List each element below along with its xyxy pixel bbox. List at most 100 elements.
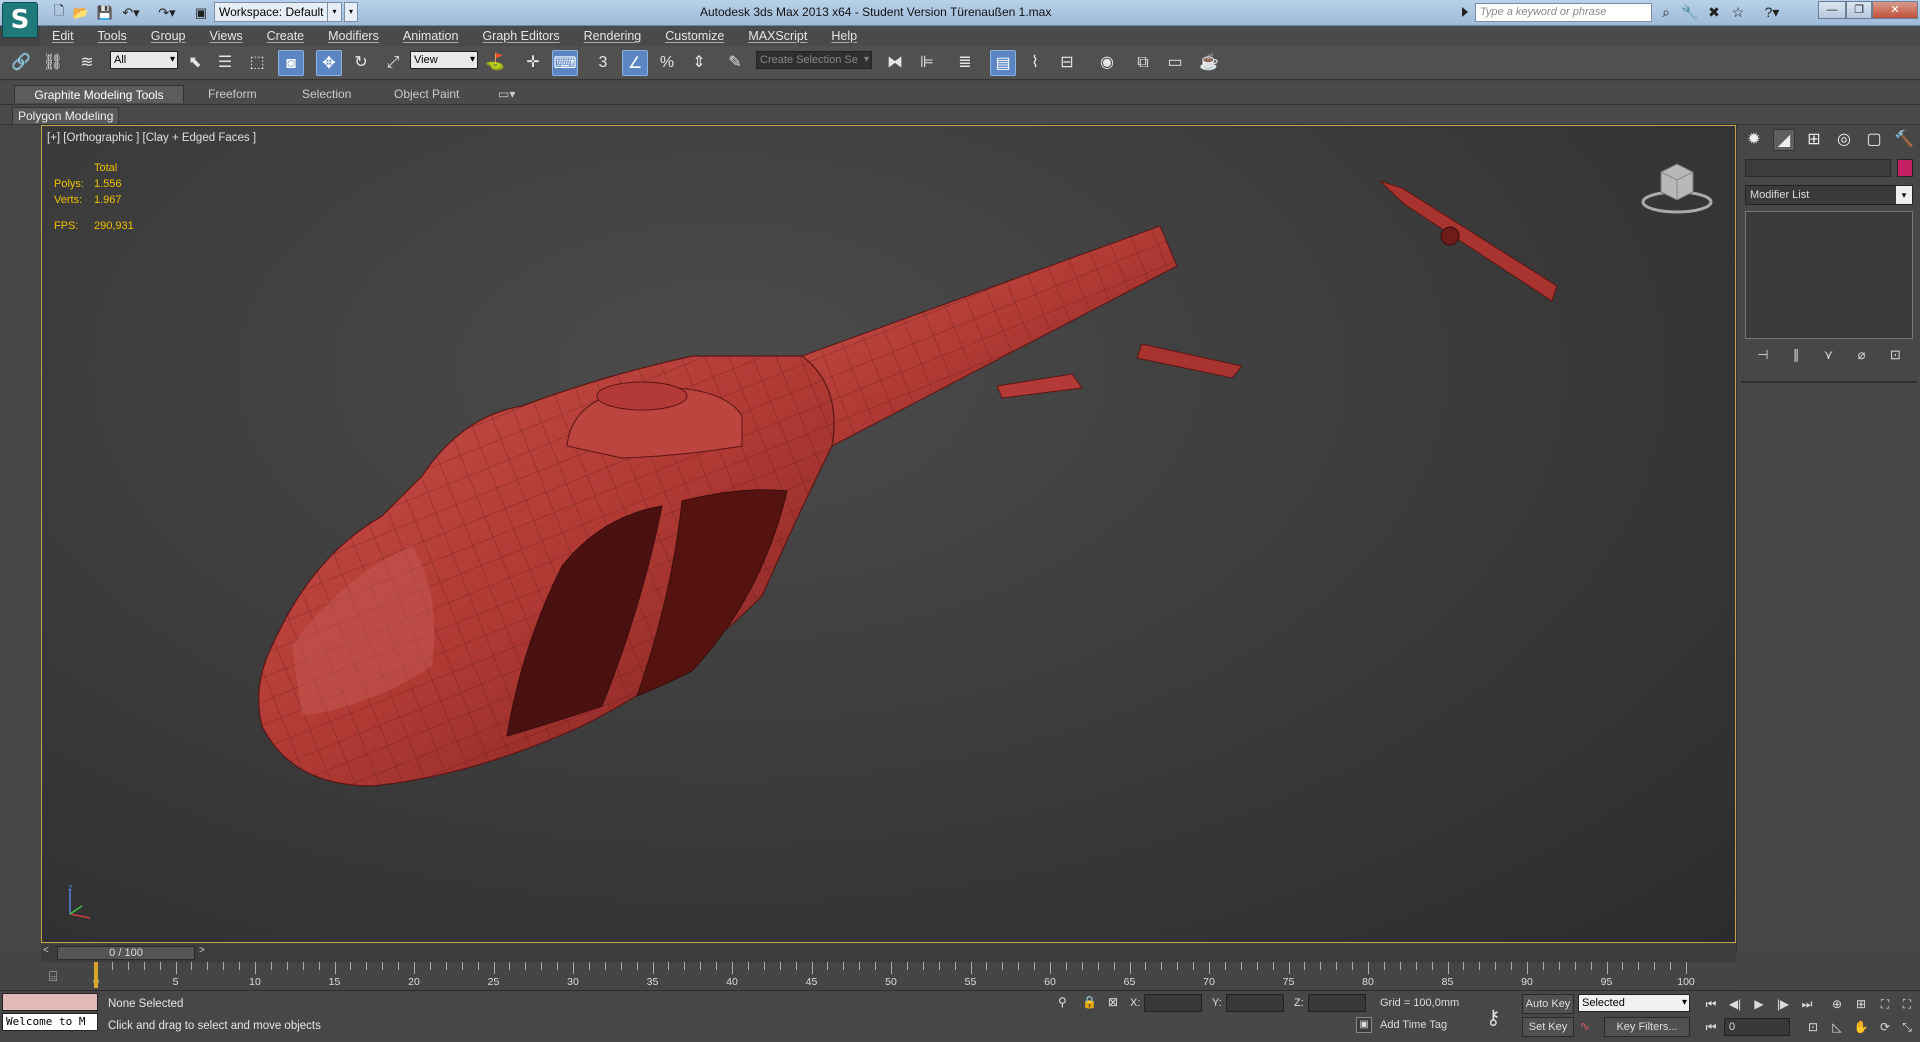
pan-icon[interactable]: ✋ [1850,1017,1872,1037]
frame-ruler[interactable]: 0510152025303540455055606570758085909510… [93,962,1695,990]
motion-tab-icon[interactable]: ◎ [1833,129,1855,151]
zoom-all-icon[interactable]: ⊞ [1850,994,1872,1014]
search-input[interactable]: Type a keyword or phrase [1475,3,1652,22]
angle-snap-icon[interactable]: ∠ [622,50,648,76]
next-frame-arrow-icon[interactable]: > [199,945,205,956]
track-bar[interactable]: ⌸ 05101520253035404550556065707580859095… [41,962,1736,990]
time-config-icon[interactable]: ⊡ [1802,1017,1824,1037]
ribbon-options-icon[interactable]: ▭▾ [492,85,521,103]
polygon-modeling-panel[interactable]: Polygon Modeling [12,107,120,125]
menu-views[interactable]: Views [197,29,254,43]
material-editor-icon[interactable]: ◉ [1094,50,1120,76]
add-time-tag[interactable]: ▣ Add Time Tag [1356,1017,1447,1033]
set-key-icon[interactable]: ⚷ [1486,1005,1501,1030]
unlink-icon[interactable]: ⛓ [40,50,66,76]
keyboard-shortcut-icon[interactable]: ⌨ [552,50,578,76]
communication-icon[interactable]: ✖ [1704,3,1724,22]
pivot-center-icon[interactable]: ⛳ [482,50,508,76]
perspective-viewport[interactable]: [+] [Orthographic ] [Clay + Edged Faces … [41,125,1736,943]
object-name-field[interactable] [1745,159,1891,177]
set-key-button[interactable]: Set Key [1522,1017,1574,1037]
named-selection-dropdown[interactable]: Create Selection Se [756,51,872,69]
z-coord-field[interactable] [1308,994,1366,1012]
window-crossing-icon[interactable]: ◙ [278,50,304,76]
current-frame-field[interactable]: 0 [1724,1018,1790,1036]
layer-manager-icon[interactable]: ≣ [952,50,978,76]
key-mode-dropdown[interactable]: Selected [1578,994,1690,1012]
modify-tab-icon[interactable]: ◢ [1773,129,1795,151]
menu-rendering[interactable]: Rendering [572,29,654,43]
modifier-stack[interactable] [1745,211,1913,339]
isolate-icon[interactable]: ⚲ [1058,995,1067,1009]
show-end-result-icon[interactable]: ∥ [1793,347,1800,365]
rendered-frame-icon[interactable]: ▭ [1162,50,1188,76]
key-filters-button[interactable]: Key Filters... [1604,1017,1690,1037]
render-production-icon[interactable]: ☕ [1196,50,1222,76]
app-logo[interactable]: S [2,2,38,38]
undo-icon[interactable]: ↶▾ [120,3,142,22]
minimize-button[interactable]: — [1818,1,1846,19]
help-icon[interactable]: ?▾ [1762,3,1782,22]
favorites-star-icon[interactable]: ☆ [1728,3,1748,22]
binoculars-icon[interactable]: ⌕ [1656,3,1676,22]
fov-icon[interactable]: ◺ [1826,1017,1848,1037]
ref-coord-dropdown[interactable]: View [410,51,478,69]
goto-start-icon[interactable]: ⏮ [1700,994,1722,1014]
percent-snap-icon[interactable]: % [654,50,680,76]
helicopter-model[interactable] [42,126,1736,943]
save-file-icon[interactable]: 💾 [96,3,114,22]
select-manipulate-icon[interactable]: ✛ [520,50,546,76]
prev-frame-icon[interactable]: ◀| [1724,994,1746,1014]
menu-group[interactable]: Group [139,29,198,43]
next-frame-icon[interactable]: |▶ [1772,994,1794,1014]
time-tag-icon[interactable]: ▣ [1356,1017,1372,1033]
object-color-swatch[interactable] [1897,159,1913,177]
redo-icon[interactable]: ↷▾ [156,3,178,22]
close-button[interactable]: ✕ [1872,1,1918,19]
goto-end-icon[interactable]: ⏭ [1796,994,1818,1014]
tab-graphite-modeling-tools[interactable]: Graphite Modeling Tools [14,85,184,103]
remove-modifier-icon[interactable]: ⌀ [1858,347,1866,365]
display-tab-icon[interactable]: ▢ [1863,129,1885,151]
maxscript-listener-top[interactable] [2,993,98,1011]
workspace-dropdown[interactable]: Workspace: Default ▾ [214,2,342,22]
utilities-tab-icon[interactable]: 🔨 [1893,129,1915,151]
menu-customize[interactable]: Customize [653,29,736,43]
maximize-viewport-icon[interactable]: ⤡ [1896,1017,1918,1037]
prev-frame-arrow-icon[interactable]: < [43,945,49,956]
mirror-icon[interactable]: ⧓ [882,50,908,76]
x-coord-field[interactable] [1144,994,1202,1012]
menu-tools[interactable]: Tools [86,29,139,43]
menu-modifiers[interactable]: Modifiers [316,29,391,43]
create-tab-icon[interactable]: ✹ [1743,129,1765,151]
key-mode-toggle-icon[interactable]: ⏮ [1700,1017,1722,1037]
select-rotate-icon[interactable]: ↻ [348,50,374,76]
render-setup-icon[interactable]: ⧉ [1130,50,1156,76]
maxscript-mini-listener[interactable]: Welcome to M [2,1013,98,1031]
project-folder-icon[interactable]: ▣ [192,3,210,22]
zoom-extents-all-icon[interactable]: ⛶ [1896,994,1918,1014]
align-icon[interactable]: ⊫ [914,50,940,76]
subscription-icon[interactable]: 🔧 [1680,3,1700,22]
menu-help[interactable]: Help [819,29,869,43]
tab-selection[interactable]: Selection [290,85,363,103]
viewcube-icon[interactable] [1639,158,1715,216]
menu-graph-editors[interactable]: Graph Editors [470,29,571,43]
expand-arrow-icon[interactable] [1462,7,1468,17]
pin-stack-icon[interactable]: ⊣ [1757,347,1768,365]
zoom-icon[interactable]: ⊕ [1826,994,1848,1014]
tab-freeform[interactable]: Freeform [196,85,269,103]
curve-editor-icon[interactable]: ⌇ [1022,50,1048,76]
time-slider-thumb[interactable]: 0 / 100 [57,946,195,960]
curve-editor-mini-icon[interactable]: ⌸ [49,968,57,985]
tab-object-paint[interactable]: Object Paint [382,85,471,103]
snaps-toggle-icon[interactable]: 3 [590,50,616,76]
default-tangents-icon[interactable]: ∿ [1580,1019,1590,1033]
select-object-icon[interactable]: ⬉ [182,50,208,76]
select-scale-icon[interactable]: ⤢ [380,50,406,76]
menu-animation[interactable]: Animation [391,29,471,43]
time-cursor[interactable] [94,962,98,988]
edit-named-selection-icon[interactable]: ✎ [722,50,748,76]
selection-lock-icon[interactable]: 🔒 [1082,995,1097,1009]
rect-selection-icon[interactable]: ⬚ [244,50,270,76]
